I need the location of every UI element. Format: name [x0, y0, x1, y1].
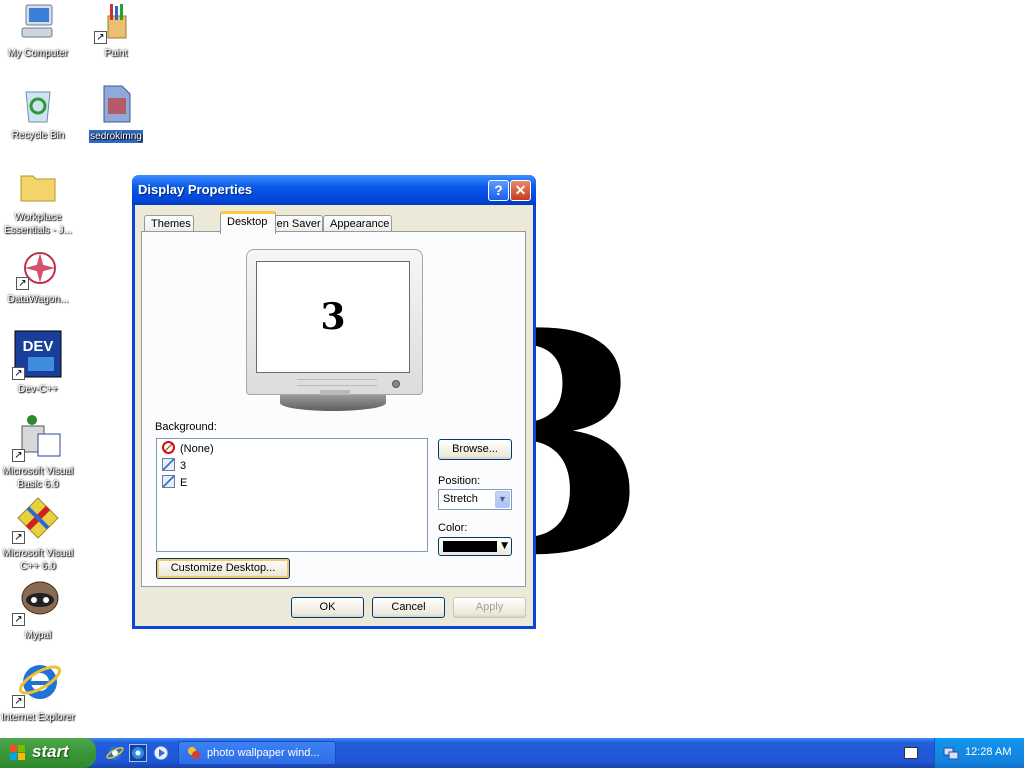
task-label: photo wallpaper wind... [207, 747, 320, 759]
shortcut-arrow-icon: ↗ [12, 531, 25, 544]
desktop-icon-visual-cpp[interactable]: ↗ Microsoft Visual C++ 6.0 [0, 494, 76, 573]
image-file-icon [162, 475, 175, 488]
color-label: Color: [438, 522, 468, 534]
desktop-icon-datawagon[interactable]: ↗ DataWagon... [0, 248, 76, 306]
help-button[interactable]: ? [488, 180, 509, 201]
cancel-button[interactable]: Cancel [372, 597, 445, 618]
image-file-icon [96, 84, 136, 124]
ok-button[interactable]: OK [291, 597, 364, 618]
browse-button[interactable]: Browse... [438, 439, 512, 460]
chevron-down-icon[interactable]: ▼ [495, 491, 510, 508]
apply-button[interactable]: Apply [453, 597, 526, 618]
desktop-icon-label: Microsoft Visual Basic 6.0 [2, 466, 74, 490]
close-button[interactable]: ✕ [510, 180, 531, 201]
background-label: Background: [155, 421, 217, 433]
desktop-icon-label: My Computer [7, 48, 68, 59]
taskbar-task-button[interactable]: photo wallpaper wind... [178, 741, 336, 765]
windows-logo-icon [10, 745, 26, 761]
paint-icon: ↗ [94, 2, 136, 44]
color-picker-button[interactable]: ▼ [438, 537, 512, 556]
desktop-icon-label: Mypal [24, 630, 52, 641]
position-label: Position: [438, 475, 481, 487]
monitor-power-led [392, 380, 400, 388]
keyboard-icon[interactable] [904, 747, 918, 759]
desktop-icon-recycle-bin[interactable]: Recycle Bin [0, 84, 76, 142]
visual-basic-icon: ↗ [12, 412, 62, 462]
desktop-icon-sedrokimng[interactable]: sedrokimng [78, 84, 154, 143]
visual-cpp-icon: ↗ [12, 494, 62, 544]
desktop-icon-label: Microsoft Visual C++ 6.0 [2, 548, 74, 572]
tab-desktop[interactable]: Desktop [220, 211, 276, 234]
dialog-client-area: Themes Desktop Screen Saver Appearance 3… [135, 205, 533, 626]
none-icon [162, 441, 175, 454]
desktop-icon-label: DataWagon... [7, 294, 69, 305]
svg-text:DEV: DEV [23, 338, 54, 355]
quick-launch-ie-icon[interactable] [106, 744, 124, 762]
shortcut-arrow-icon: ↗ [16, 277, 29, 290]
start-label: start [32, 742, 69, 761]
dialog-title: Display Properties [138, 182, 253, 197]
desktop-icon-label: Dev-C++ [17, 384, 58, 395]
color-swatch [443, 541, 497, 552]
my-computer-icon [18, 2, 58, 42]
desktop-icon-workplace-essentials[interactable]: Workplace Essentials - J... [0, 166, 76, 237]
shortcut-arrow-icon: ↗ [12, 449, 25, 462]
list-item-label: (None) [180, 443, 214, 455]
system-tray: 12:28 AM [934, 738, 1024, 768]
customize-desktop-button[interactable]: Customize Desktop... [156, 558, 290, 579]
list-item-label: E [180, 477, 188, 489]
desktop-icon-internet-explorer[interactable]: ↗ Internet Explorer [0, 658, 76, 724]
quick-launch-media-player-icon[interactable] [152, 744, 170, 762]
desktop-icon-label: Internet Explorer [1, 712, 75, 723]
desktop-icon-dev-cpp[interactable]: DEV ↗ Dev-C++ [0, 330, 76, 396]
dev-cpp-icon: DEV ↗ [12, 330, 62, 380]
mypal-icon: ↗ [12, 576, 62, 626]
image-file-icon [162, 458, 175, 471]
desktop-icon-paint[interactable]: ↗ Paint [78, 2, 154, 60]
recycle-bin-icon [18, 84, 58, 124]
title-bar[interactable]: Display Properties ? ✕ [132, 175, 536, 205]
background-listbox[interactable]: (None) 3 E [156, 438, 428, 552]
dropdown-arrow-icon: ▼ [501, 541, 508, 551]
desktop-icon-visual-basic[interactable]: ↗ Microsoft Visual Basic 6.0 [0, 412, 76, 491]
monitor-stand [280, 395, 386, 411]
display-properties-dialog: Display Properties ? ✕ Themes Desktop Sc… [132, 175, 536, 629]
start-button[interactable]: start [0, 738, 96, 768]
preview-screen: 3 [256, 261, 410, 373]
folder-icon [18, 166, 58, 206]
desktop-icon-label: Recycle Bin [11, 130, 65, 141]
desktop-icon-my-computer[interactable]: My Computer [0, 2, 76, 60]
desktop-icon-mypal[interactable]: ↗ Mypal [0, 576, 76, 642]
monitor-vent [297, 379, 377, 386]
desktop-icon-label: Workplace Essentials - J... [4, 212, 72, 236]
quick-launch-ie-active-icon[interactable] [129, 744, 147, 762]
list-item[interactable]: (None) [162, 441, 214, 457]
taskbar: start photo wallpaper wind... 12:28 AM [0, 738, 1024, 768]
list-item-label: 3 [180, 460, 187, 472]
list-item[interactable]: 3 [162, 458, 186, 474]
clock[interactable]: 12:28 AM [965, 746, 1011, 758]
monitor-preview: 3 [246, 249, 423, 395]
position-value: Stretch [443, 493, 478, 505]
datawagon-icon: ↗ [16, 248, 58, 290]
internet-explorer-icon: ↗ [12, 658, 62, 708]
program-icon [187, 746, 201, 760]
desktop-icon-label: Paint [104, 48, 128, 59]
shortcut-arrow-icon: ↗ [12, 367, 25, 380]
desktop-icon-label: sedrokimng [89, 130, 143, 143]
list-item[interactable]: E [162, 475, 187, 491]
desktop-tab-page: 3 Background: (None) 3 E Browse... Posit… [141, 231, 526, 587]
position-select[interactable]: Stretch ▼ [438, 489, 512, 510]
network-icon[interactable] [943, 745, 959, 761]
shortcut-arrow-icon: ↗ [94, 31, 107, 44]
shortcut-arrow-icon: ↗ [12, 613, 25, 626]
shortcut-arrow-icon: ↗ [12, 695, 25, 708]
preview-wallpaper: 3 [320, 296, 346, 338]
